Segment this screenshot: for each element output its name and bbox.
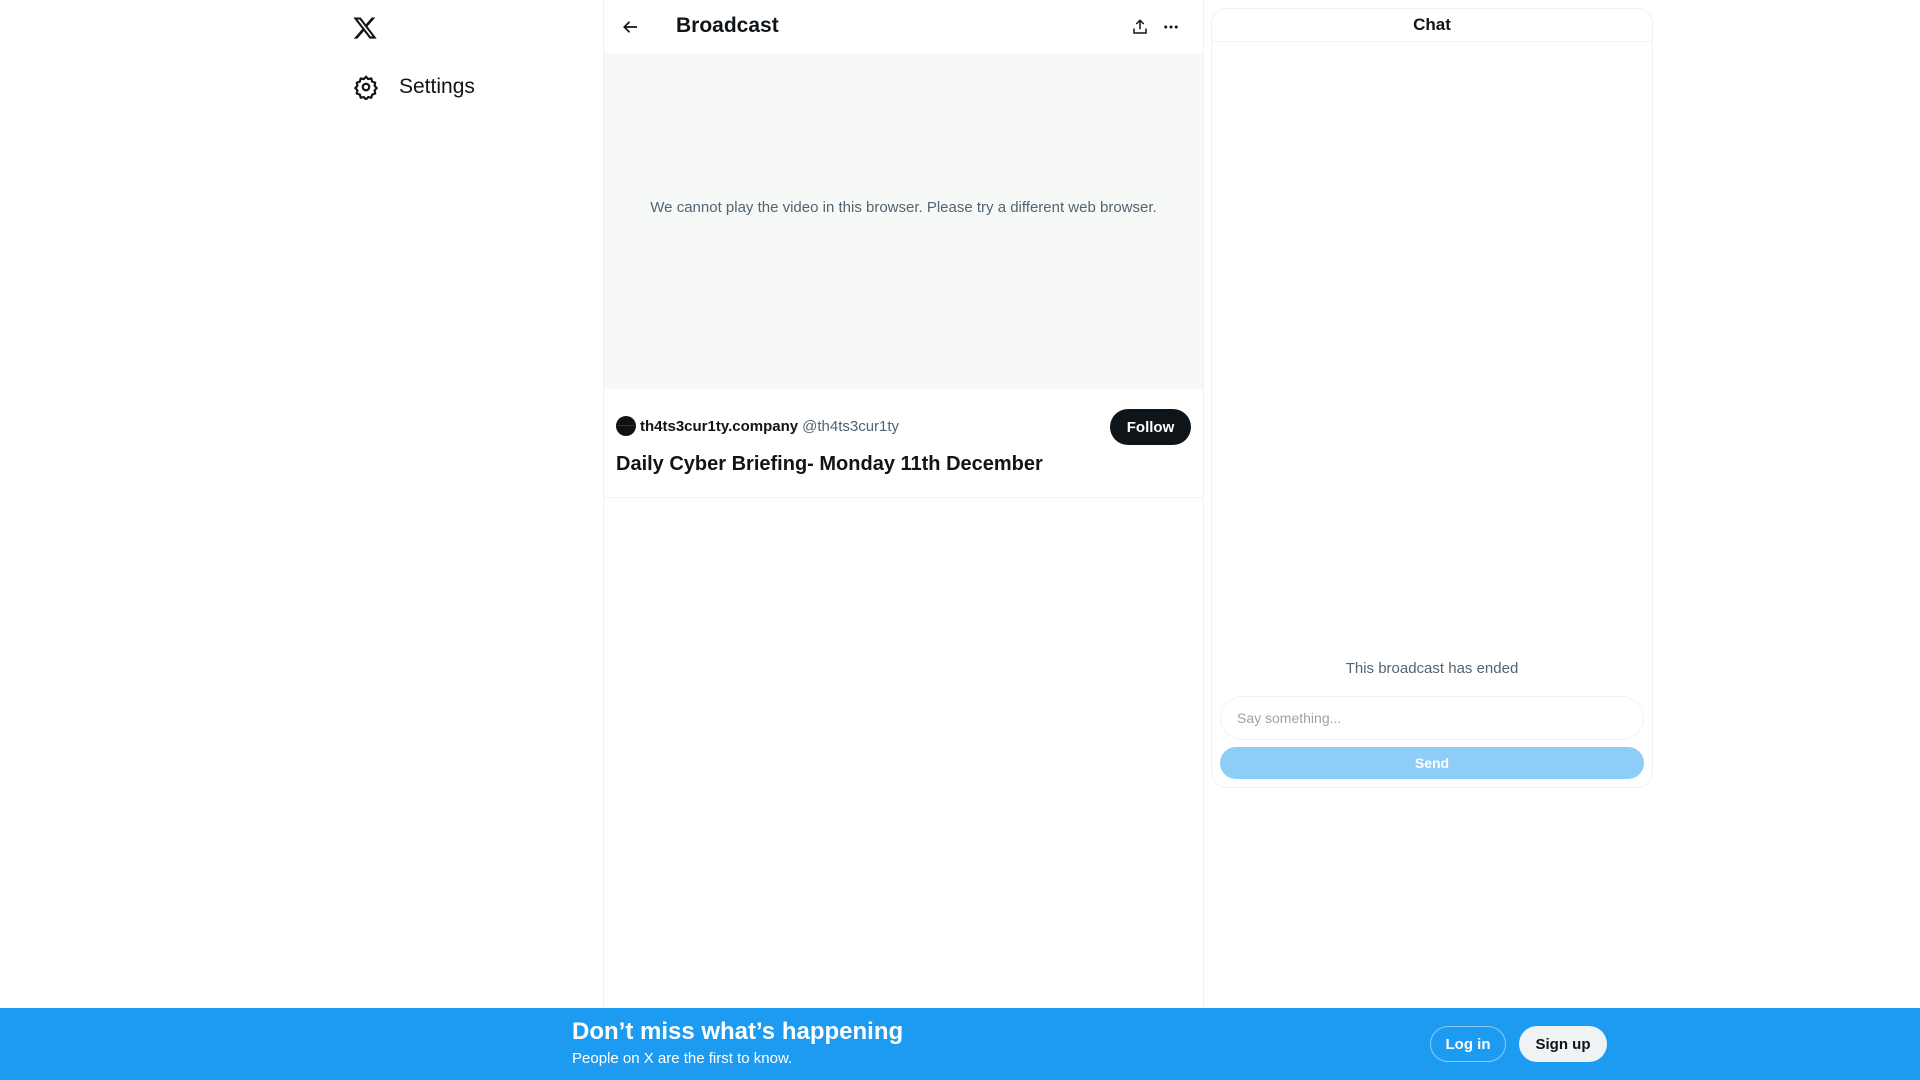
sidebar-item-settings[interactable]: Settings bbox=[345, 66, 483, 108]
author-name[interactable]: th4ts3cur1ty.company bbox=[640, 418, 798, 435]
broadcast-title: Daily Cyber Briefing- Monday 11th Decemb… bbox=[616, 453, 1043, 475]
banner-subtitle: People on X are the first to know. bbox=[572, 1050, 793, 1067]
sidebar-item-label: Settings bbox=[399, 75, 475, 98]
more-button[interactable] bbox=[1156, 12, 1186, 42]
avatar[interactable] bbox=[616, 416, 636, 436]
more-horizontal-icon bbox=[1164, 25, 1178, 29]
follow-button[interactable]: Follow bbox=[1110, 409, 1191, 445]
left-navigation: Settings bbox=[337, 0, 602, 1080]
signup-button[interactable]: Sign up bbox=[1519, 1026, 1607, 1062]
author-handle[interactable]: @th4ts3cur1ty bbox=[802, 418, 899, 435]
share-button[interactable] bbox=[1125, 12, 1155, 42]
chat-title: Chat bbox=[1212, 9, 1652, 42]
top-bar: Broadcast bbox=[604, 0, 1203, 53]
author: th4ts3cur1ty.company @th4ts3cur1ty bbox=[616, 416, 899, 436]
video-error-message: We cannot play the video in this browser… bbox=[650, 198, 1157, 216]
page-title: Broadcast bbox=[676, 14, 779, 37]
x-logo-icon bbox=[353, 17, 377, 39]
chat-panel: Chat This broadcast has ended Send bbox=[1211, 8, 1653, 788]
send-button[interactable]: Send bbox=[1220, 747, 1644, 779]
signup-banner: Don’t miss what’s happening People on X … bbox=[0, 1008, 1920, 1080]
gear-icon bbox=[354, 75, 378, 100]
login-button[interactable]: Log in bbox=[1430, 1026, 1506, 1062]
banner-title: Don’t miss what’s happening bbox=[572, 1018, 904, 1045]
share-icon bbox=[1133, 19, 1147, 34]
broadcast-ended-status: This broadcast has ended bbox=[1345, 660, 1519, 677]
broadcast-column: Broadcast We cannot play the video in th… bbox=[603, 0, 1204, 1080]
broadcast-info: th4ts3cur1ty.company @th4ts3cur1ty Follo… bbox=[604, 389, 1203, 498]
arrow-left-icon bbox=[623, 21, 637, 33]
video-player[interactable]: We cannot play the video in this browser… bbox=[604, 53, 1203, 389]
chat-input[interactable] bbox=[1220, 696, 1644, 740]
x-logo-link[interactable] bbox=[347, 10, 383, 46]
back-button[interactable] bbox=[614, 10, 648, 44]
